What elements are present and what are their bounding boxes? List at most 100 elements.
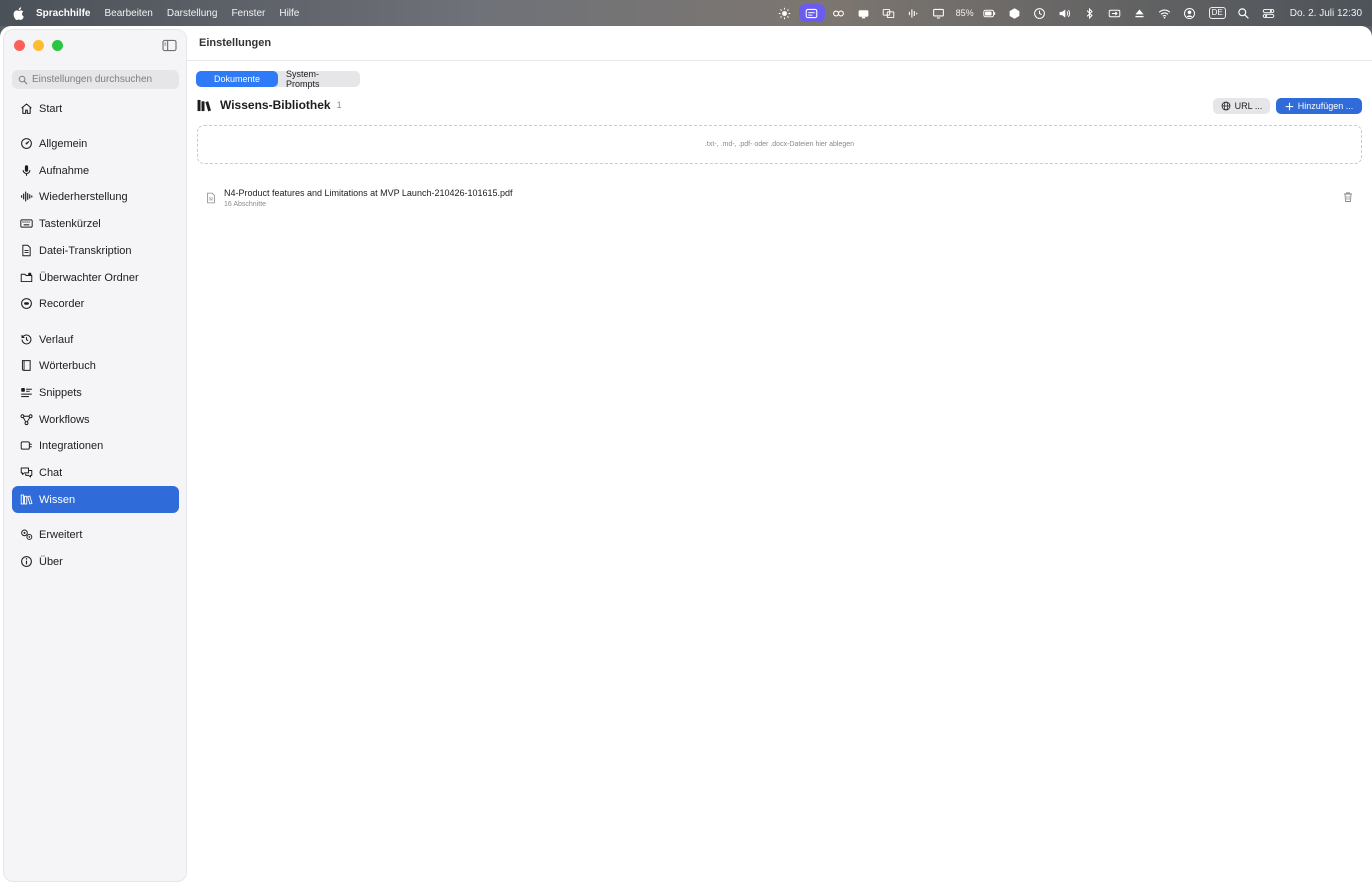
link-icon[interactable] <box>828 4 850 22</box>
sidebar-item-woerterbuch[interactable]: Wörterbuch <box>12 352 179 379</box>
control-center-icon[interactable] <box>1258 4 1280 22</box>
battery-percentage: 85% <box>955 8 974 18</box>
minimize-window-button[interactable] <box>33 40 44 51</box>
sidebar-item-label: Überwachter Ordner <box>39 271 139 284</box>
sidebar-item-aufnahme[interactable]: Aufnahme <box>12 157 179 184</box>
sidebar-item-wissen[interactable]: Wissen <box>12 486 179 513</box>
user-icon[interactable] <box>1179 4 1201 22</box>
sidebar-item-recorder[interactable]: Recorder <box>12 290 179 317</box>
tab-system-prompts[interactable]: System-Prompts <box>278 69 360 89</box>
library-header: Wissens-Bibliothek 1 <box>197 98 342 112</box>
tab-switcher: Dokumente System-Prompts <box>196 69 360 89</box>
tab-dokumente[interactable]: Dokumente <box>196 71 278 87</box>
globe-icon <box>1221 101 1231 111</box>
menubar-clock[interactable]: Do. 2. Juli 12:30 <box>1290 8 1362 19</box>
sidebar-item-wiederherstellung[interactable]: Wiederherstellung <box>12 183 179 210</box>
sidebar-toggle-icon[interactable] <box>162 39 178 53</box>
sidebar-item-allgemein[interactable]: Allgemein <box>12 130 179 157</box>
library-icon <box>20 494 33 505</box>
info-icon <box>21 556 32 567</box>
add-document-label: Hinzufügen ... <box>1297 101 1354 111</box>
search-input[interactable] <box>32 74 172 85</box>
cube-icon[interactable] <box>1004 4 1026 22</box>
sidebar-item-datei-transkription[interactable]: Datei-Transkription <box>12 237 179 264</box>
sidebar-item-start[interactable]: Start <box>12 95 179 122</box>
chat-icon <box>20 467 33 478</box>
cloud-display-icon[interactable] <box>853 4 875 22</box>
add-url-button[interactable]: URL ... <box>1213 98 1270 114</box>
screens-icon[interactable] <box>878 4 900 22</box>
sidebar-item-verlauf[interactable]: Verlauf <box>12 326 179 353</box>
search-icon <box>18 75 28 84</box>
brightness-icon[interactable] <box>774 4 796 22</box>
volume-icon[interactable] <box>1054 4 1076 22</box>
document-icon <box>207 192 215 204</box>
sidebar-item-chat[interactable]: Chat <box>12 459 179 486</box>
dictation-app-icon[interactable] <box>798 4 825 22</box>
sidebar-item-label: Integrationen <box>39 439 104 452</box>
folder-icon <box>20 272 33 283</box>
sidebar-item-tastenkuerzel[interactable]: Tastenkürzel <box>12 210 179 237</box>
add-document-button[interactable]: Hinzufügen ... <box>1276 98 1362 114</box>
gauge-icon <box>21 138 32 149</box>
display-icon[interactable] <box>928 4 950 22</box>
gears-icon <box>21 529 33 540</box>
eject-icon[interactable] <box>1129 4 1151 22</box>
battery-icon[interactable] <box>979 4 1001 22</box>
bluetooth-icon[interactable] <box>1079 4 1101 22</box>
sidebar-item-ueberwachter-ordner[interactable]: Überwachter Ordner <box>12 264 179 291</box>
drop-zone-hint: .txt-, .md-, .pdf- oder .docx-Dateien hi… <box>704 141 855 148</box>
document-list-item[interactable]: N4-Product features and Limitations at M… <box>197 181 1362 215</box>
zoom-window-button[interactable] <box>52 40 63 51</box>
microphone-icon <box>22 165 31 176</box>
audio-wave-icon[interactable] <box>903 4 925 22</box>
menu-bar: Sprachhilfe Bearbeiten Darstellung Fenst… <box>0 0 1372 26</box>
workflow-icon <box>20 414 33 426</box>
library-count-badge: 1 <box>336 100 342 110</box>
menu-hilfe[interactable]: Hilfe <box>279 8 299 19</box>
page-title: Einstellungen <box>199 37 272 49</box>
library-icon <box>197 99 211 111</box>
add-url-label: URL ... <box>1234 101 1263 111</box>
close-window-button[interactable] <box>14 40 25 51</box>
document-icon <box>22 244 31 257</box>
spotlight-search-icon[interactable] <box>1233 4 1255 22</box>
keyboard-icon <box>20 219 33 228</box>
window-controls <box>14 40 63 51</box>
sidebar-search[interactable] <box>12 70 179 89</box>
sidebar-item-label: Erweitert <box>39 528 83 541</box>
settings-window: Start Allgemein Aufnahme Wiederherstellu… <box>0 26 1372 887</box>
input-source-indicator[interactable]: DE <box>1208 7 1226 19</box>
wifi-icon[interactable] <box>1154 4 1176 22</box>
sidebar-item-label: Start <box>39 102 63 115</box>
document-chunk-count: 16 Abschnitte <box>224 201 267 208</box>
sidebar-item-label: Wörterbuch <box>39 359 96 372</box>
sidebar-item-integrationen[interactable]: Integrationen <box>12 432 179 459</box>
file-drop-zone[interactable]: .txt-, .md-, .pdf- oder .docx-Dateien hi… <box>197 125 1362 164</box>
screen-mirror-icon[interactable] <box>1104 4 1126 22</box>
sidebar-item-ueber[interactable]: Über <box>12 548 179 575</box>
document-name: N4-Product features and Limitations at M… <box>224 188 513 198</box>
clock-icon[interactable] <box>1029 4 1051 22</box>
sidebar-item-label: Workflows <box>39 413 90 426</box>
sidebar: Start Allgemein Aufnahme Wiederherstellu… <box>3 29 187 882</box>
sidebar-item-label: Über <box>39 555 63 568</box>
menu-app-name[interactable]: Sprachhilfe <box>36 8 90 19</box>
sidebar-item-snippets[interactable]: Snippets <box>12 379 179 406</box>
sidebar-item-label: Wiederherstellung <box>39 190 128 203</box>
sidebar-item-workflows[interactable]: Workflows <box>12 406 179 433</box>
sidebar-item-label: Verlauf <box>39 333 74 346</box>
sidebar-item-erweitert[interactable]: Erweitert <box>12 521 179 548</box>
menu-darstellung[interactable]: Darstellung <box>167 8 218 19</box>
apple-menu-icon[interactable] <box>0 6 36 20</box>
menu-fenster[interactable]: Fenster <box>231 8 265 19</box>
plus-icon <box>1285 102 1293 110</box>
document-info: N4-Product features and Limitations at M… <box>224 188 513 208</box>
waveform-icon <box>21 191 33 202</box>
trash-icon[interactable] <box>1342 191 1354 203</box>
record-icon <box>21 298 32 309</box>
menu-bearbeiten[interactable]: Bearbeiten <box>104 8 152 19</box>
sidebar-item-label: Snippets <box>39 386 82 399</box>
integration-icon <box>20 441 32 450</box>
history-icon <box>21 334 32 345</box>
